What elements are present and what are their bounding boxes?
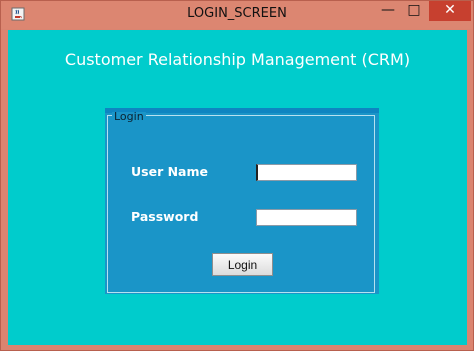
content-area: Customer Relationship Management (CRM) L… (8, 30, 467, 345)
close-icon: ✕ (444, 2, 456, 18)
minimize-button[interactable]: — (375, 1, 401, 21)
password-label: Password (131, 209, 199, 224)
close-button[interactable]: ✕ (429, 1, 471, 21)
page-title: Customer Relationship Management (CRM) (64, 50, 411, 69)
application-window: LOGIN_SCREEN — □ ✕ Customer Relationship… (0, 0, 474, 351)
title-bar[interactable]: LOGIN_SCREEN — □ ✕ (1, 1, 473, 29)
login-panel: Login User Name Password Login (105, 108, 379, 294)
password-field[interactable] (256, 209, 357, 226)
login-group-title: Login (112, 110, 146, 123)
maximize-button[interactable]: □ (401, 1, 427, 21)
minimize-icon: — (381, 2, 395, 18)
maximize-icon: □ (407, 2, 421, 18)
username-field[interactable] (256, 164, 357, 181)
username-label: User Name (131, 164, 208, 179)
login-button[interactable]: Login (212, 253, 273, 276)
